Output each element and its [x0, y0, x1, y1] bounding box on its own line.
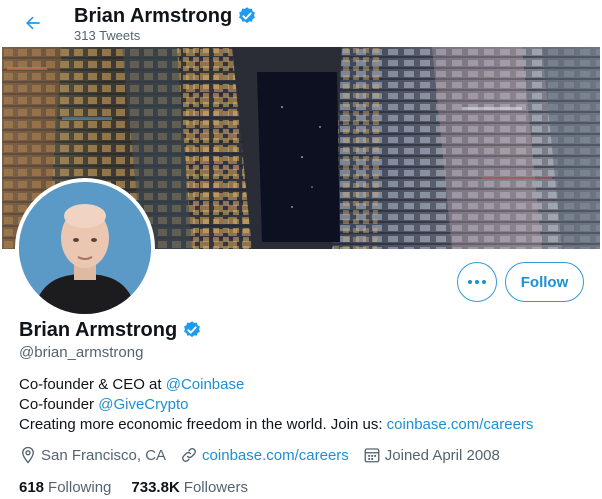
followers-stat[interactable]: 733.8K Followers: [131, 479, 248, 496]
avatar[interactable]: [15, 178, 155, 318]
follow-button[interactable]: Follow: [505, 262, 584, 302]
bio-text: Co-founder: [19, 396, 99, 413]
profile-stats: 618 Following 733.8K Followers: [19, 479, 248, 496]
joined-text: Joined April 2008: [384, 446, 500, 464]
following-stat[interactable]: 618 Following: [19, 479, 111, 496]
bio-text: Creating more economic freedom in the wo…: [19, 416, 387, 433]
profile-bio: Co-founder & CEO at @Coinbase Co-founder…: [19, 375, 533, 435]
profile-name: Brian Armstrong: [19, 319, 178, 341]
top-bar: Brian Armstrong 313 Tweets: [0, 0, 602, 47]
website-link[interactable]: coinbase.com/careers: [202, 447, 349, 464]
following-count: 618: [19, 479, 45, 496]
bio-link-careers[interactable]: coinbase.com/careers: [387, 416, 534, 433]
location-icon: [22, 446, 34, 464]
bio-text: Co-founder & CEO at: [19, 376, 166, 393]
followers-count: 733.8K: [131, 479, 180, 496]
website: coinbase.com/careers: [180, 446, 349, 464]
header-title: Brian Armstrong: [74, 4, 257, 28]
bio-line-1: Co-founder & CEO at @Coinbase: [19, 375, 533, 395]
tweet-count: 313 Tweets: [74, 28, 141, 43]
verified-badge-icon: [184, 321, 201, 338]
bio-mention-coinbase[interactable]: @Coinbase: [166, 376, 245, 393]
location: San Francisco, CA: [19, 446, 166, 464]
bio-mention-givecrypto[interactable]: @GiveCrypto: [98, 396, 188, 413]
following-label: Following: [48, 479, 112, 496]
bio-line-3: Creating more economic freedom in the wo…: [19, 415, 533, 435]
profile-handle: @brian_armstrong: [19, 344, 144, 361]
profile-meta: San Francisco, CA coinbase.com/careers J…: [19, 446, 514, 464]
calendar-icon: [364, 448, 380, 463]
join-date: Joined April 2008: [363, 446, 500, 464]
avatar-image: [19, 182, 151, 314]
link-icon: [182, 448, 196, 462]
back-button[interactable]: [18, 8, 48, 38]
bio-line-2: Co-founder @GiveCrypto: [19, 395, 533, 415]
verified-badge-icon: [239, 7, 256, 24]
back-arrow-icon: [26, 16, 40, 30]
location-text: San Francisco, CA: [41, 446, 167, 464]
more-icon: [468, 280, 486, 284]
followers-label: Followers: [183, 479, 248, 496]
more-options-button[interactable]: [457, 262, 497, 302]
header-name: Brian Armstrong: [74, 5, 233, 27]
profile-name-row: Brian Armstrong: [19, 318, 202, 342]
